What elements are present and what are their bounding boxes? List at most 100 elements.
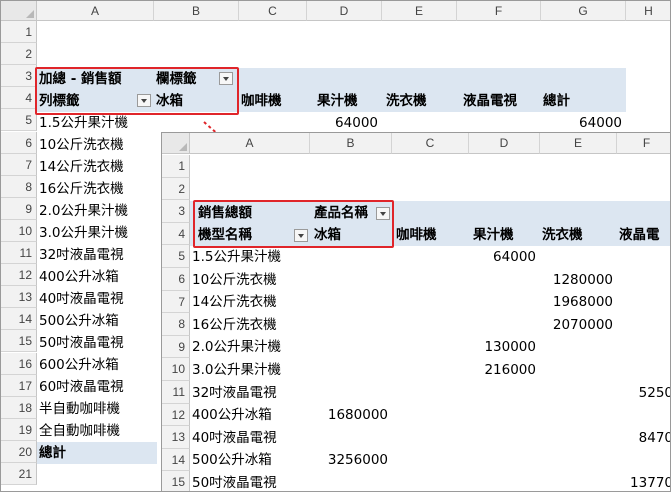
cell-value[interactable] xyxy=(540,449,617,471)
cell-value[interactable] xyxy=(540,336,617,358)
cell-value[interactable] xyxy=(310,382,392,404)
cell-value[interactable] xyxy=(310,359,392,381)
row-label[interactable]: 400公升冰箱 xyxy=(190,404,310,426)
row-header[interactable]: 8 xyxy=(1,175,37,198)
row-label[interactable]: 10公斤洗衣機 xyxy=(37,134,154,156)
cell-value[interactable]: 130000 xyxy=(469,336,540,358)
cell-value[interactable] xyxy=(617,359,670,381)
cell-value[interactable] xyxy=(540,472,617,491)
row-label[interactable]: 500公升冰箱 xyxy=(37,310,154,332)
row-header[interactable]: 15 xyxy=(162,471,190,491)
row-label[interactable]: 3.0公升果汁機 xyxy=(37,222,154,244)
cell-value[interactable]: 2070000 xyxy=(540,314,617,336)
row-header[interactable]: 11 xyxy=(1,242,37,265)
cell-value[interactable]: 1680000 xyxy=(310,404,392,426)
cell-value[interactable] xyxy=(617,291,670,313)
cell-value[interactable]: 1280000 xyxy=(540,269,617,291)
cell-value[interactable] xyxy=(617,246,670,268)
row-label[interactable]: 500公升冰箱 xyxy=(190,449,310,471)
row-header[interactable]: 19 xyxy=(1,418,37,441)
column-header-H[interactable]: H xyxy=(626,1,670,21)
row-header[interactable]: 13 xyxy=(162,426,190,449)
cell-value[interactable]: 64000 xyxy=(469,246,540,268)
row-header[interactable]: 7 xyxy=(1,153,37,176)
cell-value[interactable] xyxy=(469,404,540,426)
select-all-corner[interactable] xyxy=(1,1,37,21)
row-header[interactable]: 4 xyxy=(162,222,190,246)
column-header-D[interactable]: D xyxy=(469,133,540,154)
row-header[interactable]: 2 xyxy=(1,43,37,66)
cell-value[interactable]: 216000 xyxy=(469,359,540,381)
row-header[interactable]: 13 xyxy=(1,286,37,309)
cell-value[interactable] xyxy=(617,314,670,336)
cell-value[interactable] xyxy=(469,291,540,313)
row-label[interactable]: 32吋液晶電視 xyxy=(190,382,310,404)
column-header-A[interactable]: A xyxy=(37,1,154,21)
row-label[interactable]: 16公斤洗衣機 xyxy=(190,314,310,336)
cell-value[interactable]: 8470 xyxy=(617,427,670,449)
row-header[interactable]: 6 xyxy=(162,268,190,291)
cell-value[interactable]: 3256000 xyxy=(310,449,392,471)
row-header[interactable]: 2 xyxy=(162,177,190,201)
row-header[interactable]: 10 xyxy=(1,219,37,242)
row-label[interactable]: 50吋液晶電視 xyxy=(190,472,310,491)
row-label[interactable]: 14公斤洗衣機 xyxy=(37,156,154,178)
row-label[interactable]: 60吋液晶電視 xyxy=(37,376,154,398)
cell-D5-value[interactable]: 64000 xyxy=(307,112,382,134)
column-header-B[interactable]: B xyxy=(310,133,392,154)
cell-value[interactable] xyxy=(617,336,670,358)
row-label[interactable]: 2.0公升果汁機 xyxy=(37,200,154,222)
select-all-corner-2[interactable] xyxy=(162,133,190,154)
cell-value[interactable] xyxy=(469,427,540,449)
row-header[interactable]: 3 xyxy=(1,65,37,88)
cell-value[interactable] xyxy=(540,404,617,426)
row-header[interactable]: 6 xyxy=(1,131,37,154)
cell-value[interactable] xyxy=(540,427,617,449)
column-header-D[interactable]: D xyxy=(307,1,382,21)
row-header[interactable]: 7 xyxy=(162,290,190,314)
cell-value[interactable] xyxy=(617,449,670,471)
column-header-B[interactable]: B xyxy=(154,1,239,21)
row-label[interactable]: 50吋液晶電視 xyxy=(37,332,154,354)
row-label[interactable]: 32吋液晶電視 xyxy=(37,244,154,266)
row-header[interactable]: 4 xyxy=(1,87,37,110)
column-header-G[interactable]: G xyxy=(541,1,626,21)
cell-value[interactable] xyxy=(469,449,540,471)
cell-value[interactable] xyxy=(310,472,392,491)
row-header[interactable]: 14 xyxy=(162,448,190,472)
row-header[interactable]: 12 xyxy=(162,403,190,427)
row-header[interactable]: 5 xyxy=(1,109,37,132)
cell-value[interactable]: 13770 xyxy=(617,472,670,491)
row-header[interactable]: 9 xyxy=(162,335,190,359)
column-header-E[interactable]: E xyxy=(382,1,457,21)
cell-value[interactable] xyxy=(310,246,392,268)
cell-value[interactable] xyxy=(540,359,617,381)
row-header[interactable]: 10 xyxy=(162,358,190,381)
row-label[interactable]: 1.5公升果汁機 xyxy=(190,246,310,268)
row-header[interactable]: 5 xyxy=(162,245,190,268)
cell-value[interactable] xyxy=(469,472,540,491)
row-label[interactable]: 2.0公升果汁機 xyxy=(190,336,310,358)
row-header[interactable]: 17 xyxy=(1,374,37,397)
column-header-F[interactable]: F xyxy=(617,133,670,154)
cell-value[interactable] xyxy=(310,291,392,313)
row-header[interactable]: 21 xyxy=(1,463,37,486)
row-header[interactable]: 9 xyxy=(1,197,37,220)
cell-value[interactable] xyxy=(310,336,392,358)
row-label[interactable]: 1.5公升果汁機 xyxy=(37,112,154,134)
row-label[interactable]: 40吋液晶電視 xyxy=(190,427,310,449)
row-label[interactable]: 16公斤洗衣機 xyxy=(37,178,154,200)
cell-value[interactable]: 1968000 xyxy=(540,291,617,313)
column-header-C[interactable]: C xyxy=(392,133,469,154)
row-header[interactable]: 12 xyxy=(1,264,37,287)
cell-value[interactable] xyxy=(469,269,540,291)
cell-value[interactable]: 5250 xyxy=(617,382,670,404)
cell-value[interactable] xyxy=(310,427,392,449)
row-header[interactable]: 11 xyxy=(162,381,190,404)
column-header-C[interactable]: C xyxy=(239,1,307,21)
row-header[interactable]: 8 xyxy=(162,313,190,336)
row-header[interactable]: 3 xyxy=(162,200,190,223)
column-header-E[interactable]: E xyxy=(540,133,617,154)
cell-value[interactable] xyxy=(540,246,617,268)
row-header[interactable]: 15 xyxy=(1,330,37,353)
